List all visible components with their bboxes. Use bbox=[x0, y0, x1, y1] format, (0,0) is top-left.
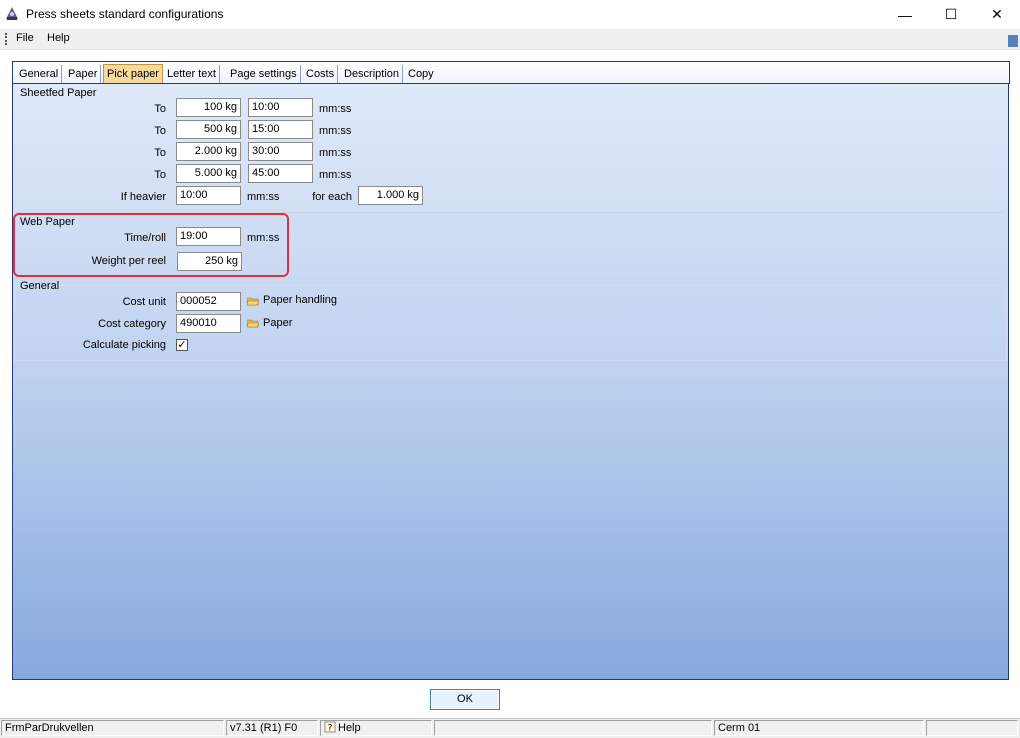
tab-copy[interactable]: Copy bbox=[405, 65, 437, 83]
weight-input-3[interactable]: 2.000 kg bbox=[176, 142, 241, 161]
weight-input-1[interactable]: 100 kg bbox=[176, 98, 241, 117]
tab-page-settings[interactable]: Page settings bbox=[227, 65, 301, 83]
help-icon: ? bbox=[324, 721, 336, 733]
unit-label-2: mm:ss bbox=[319, 125, 352, 137]
calculate-picking-checkbox[interactable]: ✓ bbox=[176, 339, 188, 351]
close-button[interactable]: ✕ bbox=[974, 0, 1020, 29]
cost-unit-input[interactable]: 000052 bbox=[176, 292, 241, 311]
tab-strip: General Paper Pick paper Letter text Pag… bbox=[12, 61, 1010, 85]
cost-unit-description: Paper handling bbox=[263, 294, 338, 306]
menu-bar: File Help bbox=[0, 29, 1020, 50]
status-cell-empty-1 bbox=[434, 720, 712, 736]
tab-pick-paper[interactable]: Pick paper bbox=[103, 64, 163, 85]
highlight-annotation bbox=[13, 213, 289, 277]
status-cell-empty-2 bbox=[926, 720, 1018, 736]
sheetfed-title: Sheetfed Paper bbox=[20, 87, 97, 99]
menu-grip-icon bbox=[5, 33, 9, 45]
app-icon bbox=[6, 7, 18, 20]
check-mark-icon: ✓ bbox=[177, 339, 187, 351]
status-version: v7.31 (R1) F0 bbox=[226, 720, 318, 736]
to-label-2: To bbox=[154, 125, 166, 137]
status-bar: FrmParDrukvellen v7.31 (R1) F0 ? Help Ce… bbox=[0, 718, 1020, 738]
menu-file[interactable]: File bbox=[16, 32, 34, 44]
cost-category-label: Cost category bbox=[98, 318, 166, 330]
to-label-3: To bbox=[154, 147, 166, 159]
to-label-1: To bbox=[154, 103, 166, 115]
folder-open-icon[interactable] bbox=[247, 319, 259, 328]
cost-category-description: Paper bbox=[263, 317, 293, 329]
if-heavier-label: If heavier bbox=[120, 191, 166, 203]
time-input-4[interactable]: 45:00 bbox=[248, 164, 313, 183]
tab-costs[interactable]: Costs bbox=[303, 65, 339, 83]
tab-paper[interactable]: Paper bbox=[65, 65, 102, 83]
cost-unit-label: Cost unit bbox=[122, 296, 166, 308]
menu-overflow-icon[interactable] bbox=[1008, 35, 1018, 47]
folder-open-icon[interactable] bbox=[247, 297, 259, 306]
minimize-button[interactable]: — bbox=[882, 0, 928, 29]
status-help-label: Help bbox=[338, 722, 361, 734]
menu-help[interactable]: Help bbox=[47, 32, 70, 44]
unit-label-4: mm:ss bbox=[319, 169, 352, 181]
general-title: General bbox=[20, 280, 60, 292]
title-bar: Press sheets standard configurations — ☐… bbox=[0, 0, 1020, 29]
status-company: Cerm 01 bbox=[714, 720, 924, 736]
weight-input-2[interactable]: 500 kg bbox=[176, 120, 241, 139]
maximize-button[interactable]: ☐ bbox=[928, 0, 974, 29]
calculate-picking-label: Calculate picking bbox=[82, 339, 166, 351]
heavier-unit-label: mm:ss bbox=[247, 191, 280, 203]
general-divider bbox=[14, 278, 1005, 279]
tab-general[interactable]: General bbox=[16, 65, 63, 83]
tab-description[interactable]: Description bbox=[341, 65, 404, 83]
for-each-label: for each bbox=[312, 191, 352, 203]
tab-letter-text[interactable]: Letter text bbox=[164, 65, 220, 83]
for-each-weight-input[interactable]: 1.000 kg bbox=[358, 186, 423, 205]
time-input-2[interactable]: 15:00 bbox=[248, 120, 313, 139]
svg-text:?: ? bbox=[328, 724, 333, 734]
unit-label-1: mm:ss bbox=[319, 103, 352, 115]
heavier-time-input[interactable]: 10:00 bbox=[176, 186, 241, 205]
status-form-name: FrmParDrukvellen bbox=[1, 720, 224, 736]
time-input-1[interactable]: 10:00 bbox=[248, 98, 313, 117]
ok-button[interactable]: OK bbox=[430, 689, 500, 710]
window-title: Press sheets standard configurations bbox=[26, 7, 224, 21]
to-label-4: To bbox=[154, 169, 166, 181]
weight-input-4[interactable]: 5.000 kg bbox=[176, 164, 241, 183]
status-help-cell[interactable]: ? Help bbox=[320, 720, 432, 736]
time-input-3[interactable]: 30:00 bbox=[248, 142, 313, 161]
unit-label-3: mm:ss bbox=[319, 147, 352, 159]
cost-category-input[interactable]: 490010 bbox=[176, 314, 241, 333]
